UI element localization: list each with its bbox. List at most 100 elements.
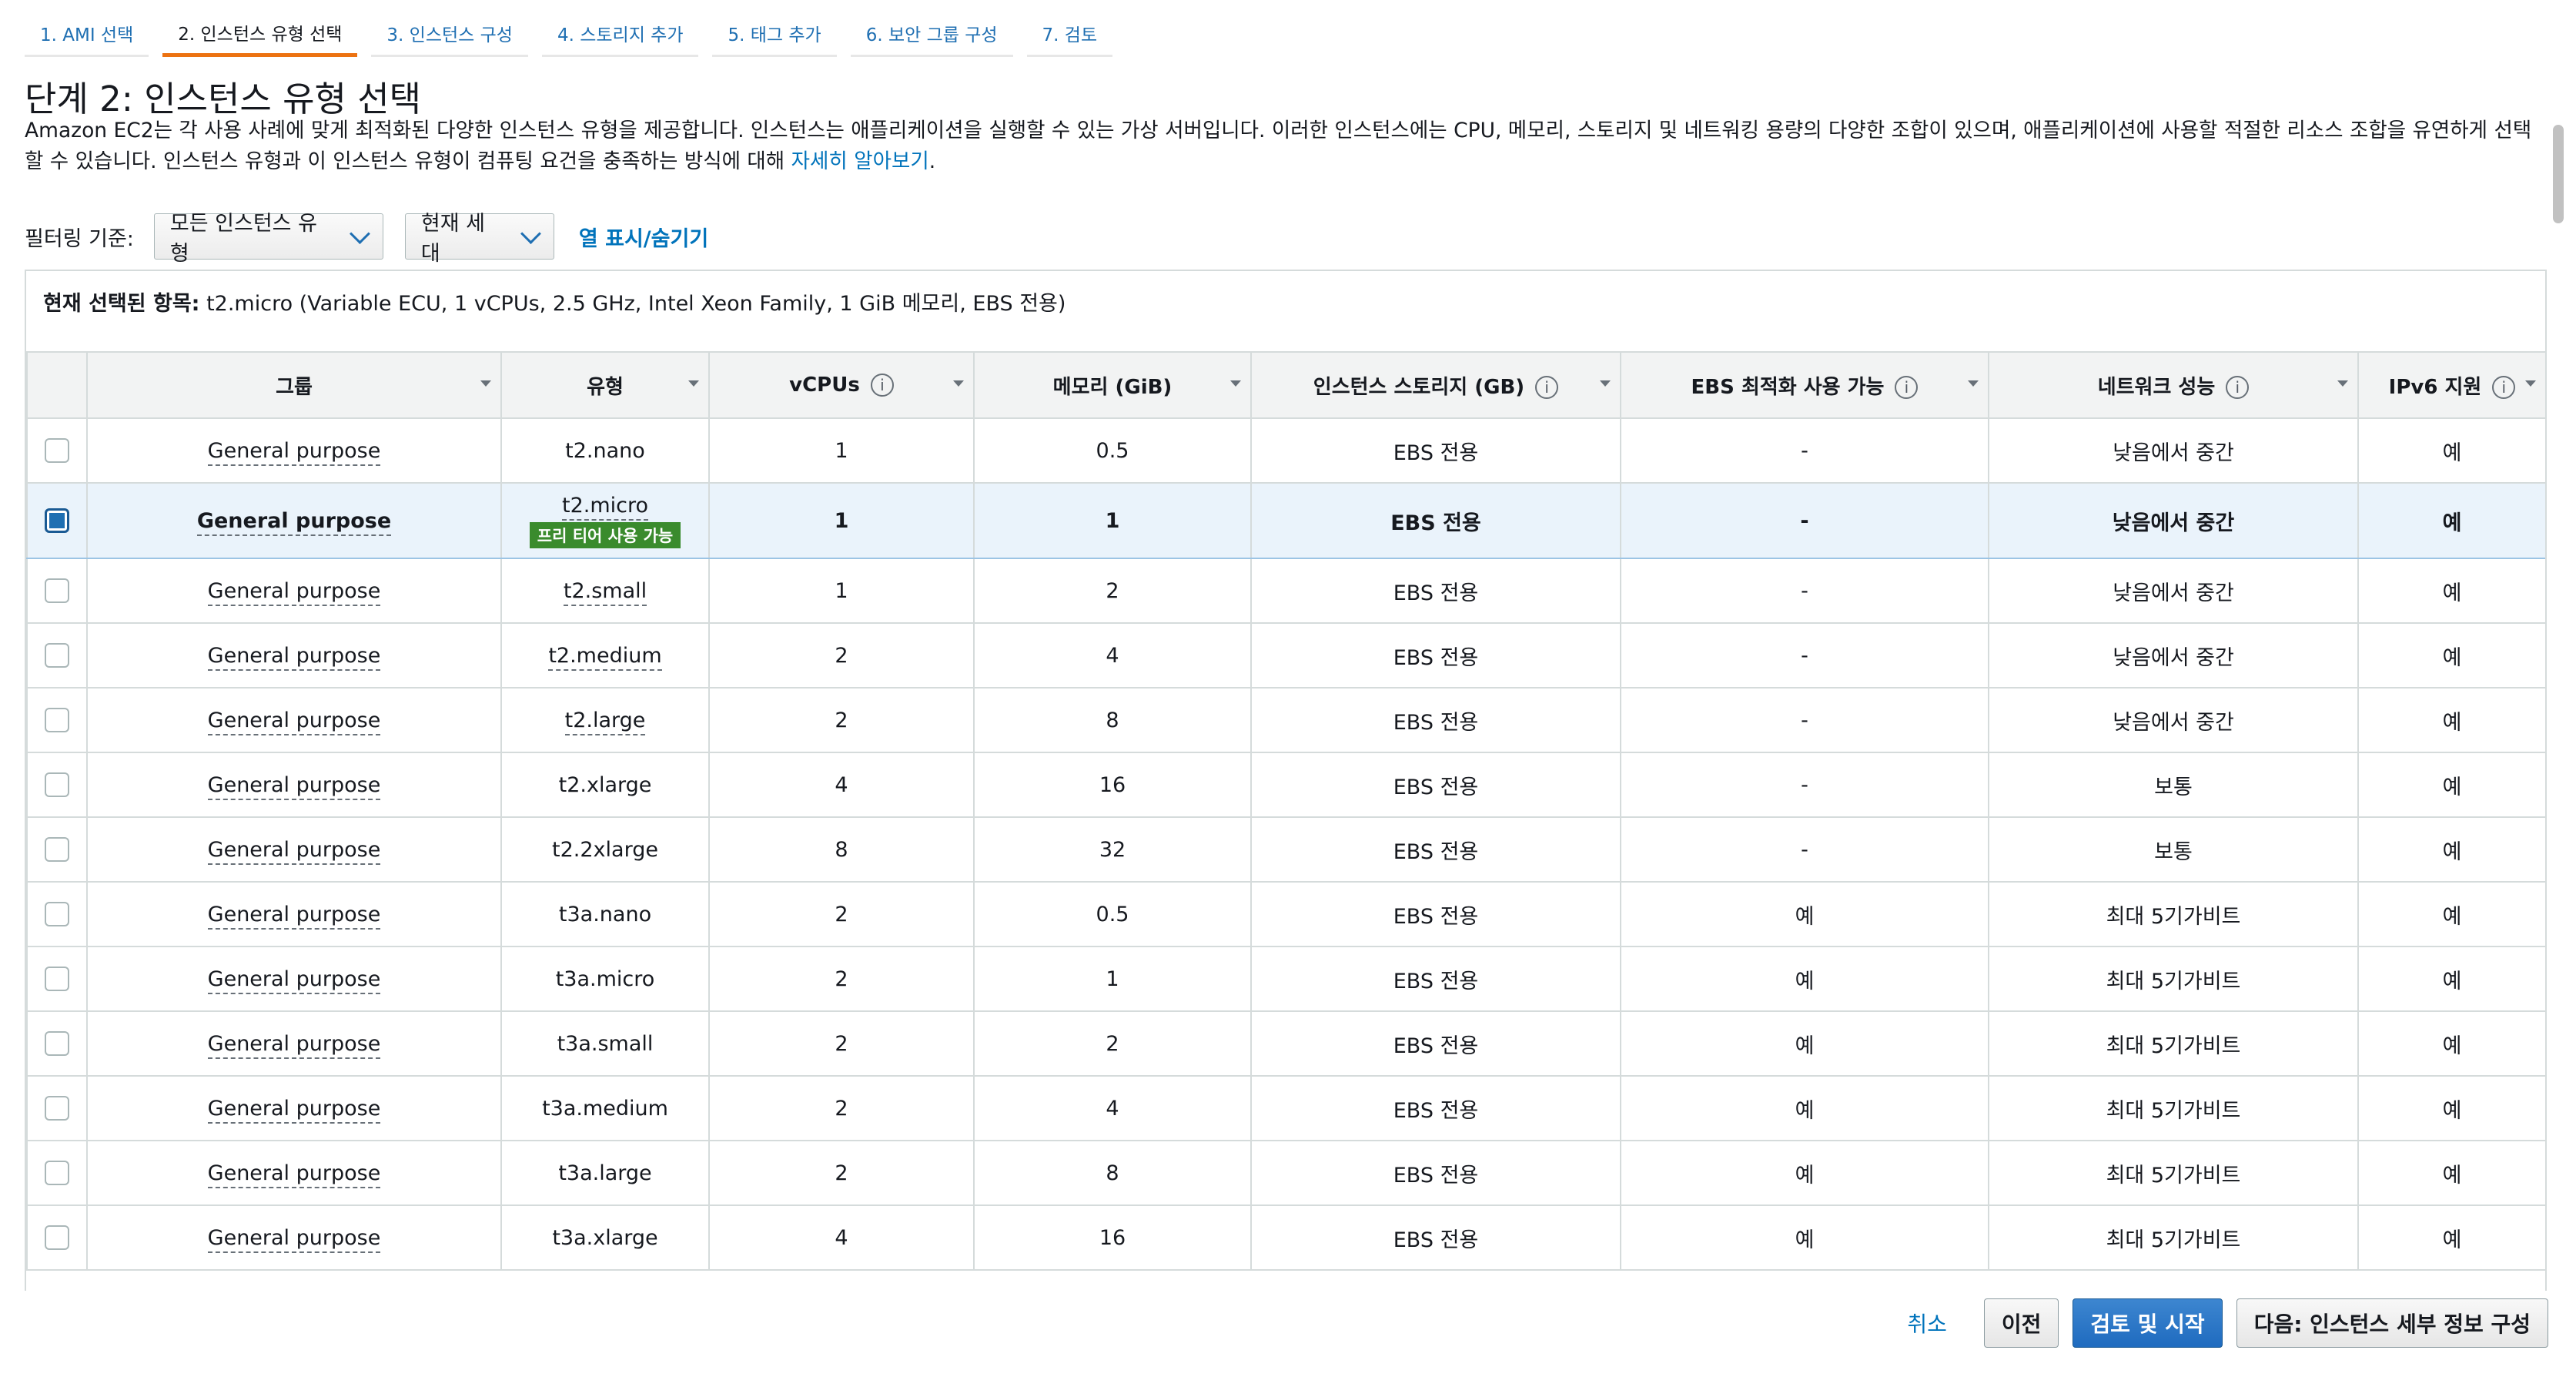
sort-icon[interactable] bbox=[1600, 380, 1611, 387]
tab-ami[interactable]: 1. AMI 선택 bbox=[25, 11, 149, 57]
column-header-type[interactable]: 유형 bbox=[500, 351, 710, 419]
cell-storage: EBS 전용 bbox=[1250, 1140, 1621, 1206]
cell-group[interactable]: General purpose bbox=[207, 1096, 381, 1124]
table-row[interactable]: General purpose t2.medium 2 4 EBS 전용 - 낮… bbox=[26, 622, 2545, 688]
column-header-instance-storage[interactable]: 인스턴스 스토리지 (GB) i bbox=[1250, 351, 1621, 419]
cell-group[interactable]: General purpose bbox=[196, 508, 392, 536]
row-checkbox[interactable] bbox=[45, 967, 69, 992]
table-row[interactable]: General purpose t3a.nano 2 0.5 EBS 전용 예 … bbox=[26, 881, 2545, 947]
tab-configure-instance[interactable]: 3. 인스턴스 구성 bbox=[371, 11, 528, 57]
tab-security-group[interactable]: 6. 보안 그룹 구성 bbox=[850, 11, 1013, 57]
cell-vcpus: 2 bbox=[708, 687, 975, 753]
column-header-group[interactable]: 그룹 bbox=[86, 351, 502, 419]
instance-type-table-container: 그룹 유형 vCPUs i 메모리 (GiB) 인스턴스 스토리지 (GB) i E… bbox=[25, 351, 2547, 1291]
row-checkbox[interactable] bbox=[45, 708, 69, 733]
info-icon[interactable]: i bbox=[1535, 376, 1559, 399]
cell-vcpus: 2 bbox=[708, 1010, 975, 1077]
table-row[interactable]: General purpose t3a.small 2 2 EBS 전용 예 최… bbox=[26, 1010, 2545, 1077]
table-row[interactable]: General purpose t2.xlarge 4 16 EBS 전용 - … bbox=[26, 752, 2545, 818]
table-row[interactable]: General purpose t2.small 1 2 EBS 전용 - 낮음… bbox=[26, 558, 2545, 624]
cell-group[interactable]: General purpose bbox=[207, 902, 381, 930]
instance-type-filter-select[interactable]: 모든 인스턴스 유형 bbox=[153, 212, 383, 266]
table-row[interactable]: General purpose t2.nano 1 0.5 EBS 전용 - 낮… bbox=[26, 417, 2545, 484]
column-header-memory[interactable]: 메모리 (GiB) bbox=[973, 351, 1252, 419]
generation-filter-select[interactable]: 현재 세대 bbox=[404, 212, 554, 266]
column-header-ebs-optimized[interactable]: EBS 최적화 사용 가능 i bbox=[1620, 351, 1989, 419]
sort-icon[interactable] bbox=[688, 380, 699, 387]
cell-group[interactable]: General purpose bbox=[207, 708, 381, 735]
scrollbar-thumb[interactable] bbox=[2553, 125, 2564, 223]
sort-icon[interactable] bbox=[2525, 380, 2536, 387]
cell-memory: 0.5 bbox=[973, 881, 1252, 947]
header-label: IPv6 지원 bbox=[2388, 375, 2482, 399]
row-checkbox[interactable] bbox=[45, 1161, 69, 1186]
cell-group[interactable]: General purpose bbox=[207, 578, 381, 606]
row-checkbox[interactable] bbox=[45, 902, 69, 927]
row-checkbox[interactable] bbox=[45, 643, 69, 668]
cell-group[interactable]: General purpose bbox=[207, 438, 381, 466]
row-checkbox[interactable] bbox=[45, 1225, 69, 1251]
table-row[interactable]: General purpose t3a.xlarge 4 16 EBS 전용 예… bbox=[26, 1204, 2545, 1271]
info-icon[interactable]: i bbox=[2226, 376, 2250, 399]
cell-network: 낮음에서 중간 bbox=[1988, 417, 2359, 484]
row-checkbox-checked[interactable] bbox=[45, 508, 69, 534]
sort-icon[interactable] bbox=[480, 380, 491, 387]
page-scrollbar[interactable] bbox=[2548, 119, 2568, 1297]
column-header-network[interactable]: 네트워크 성능 i bbox=[1988, 351, 2359, 419]
header-label: 인스턴스 스토리지 (GB) bbox=[1313, 375, 1525, 399]
cell-type[interactable]: t2.micro bbox=[561, 493, 649, 521]
cell-ipv6: 예 bbox=[2357, 1010, 2545, 1077]
current-selection-panel: 현재 선택된 항목: t2.micro (Variable ECU, 1 vCP… bbox=[25, 270, 2547, 353]
sort-icon[interactable] bbox=[2337, 380, 2348, 387]
cell-group[interactable]: General purpose bbox=[207, 772, 381, 800]
column-header-vcpus[interactable]: vCPUs i bbox=[708, 351, 975, 419]
cell-group[interactable]: General purpose bbox=[207, 643, 381, 671]
next-configure-instance-button[interactable]: 다음: 인스턴스 세부 정보 구성 bbox=[2236, 1298, 2548, 1348]
tab-instance-type[interactable]: 2. 인스턴스 유형 선택 bbox=[162, 11, 358, 57]
sort-icon[interactable] bbox=[1968, 380, 1979, 387]
info-icon[interactable]: i bbox=[2492, 376, 2516, 399]
header-label: 메모리 (GiB) bbox=[1052, 375, 1173, 399]
cell-ebs: 예 bbox=[1620, 1204, 1989, 1271]
info-icon[interactable]: i bbox=[870, 374, 894, 397]
review-and-launch-button[interactable]: 검토 및 시작 bbox=[2073, 1298, 2223, 1348]
row-checkbox[interactable] bbox=[45, 578, 69, 604]
cell-storage: EBS 전용 bbox=[1250, 816, 1621, 883]
table-row[interactable]: General purpose t2.2xlarge 8 32 EBS 전용 -… bbox=[26, 816, 2545, 883]
sort-icon[interactable] bbox=[953, 380, 964, 387]
tab-review[interactable]: 7. 검토 bbox=[1026, 11, 1113, 57]
cell-group[interactable]: General purpose bbox=[207, 967, 381, 994]
cell-group[interactable]: General purpose bbox=[207, 1031, 381, 1059]
cell-group[interactable]: General purpose bbox=[207, 837, 381, 865]
show-hide-columns-link[interactable]: 열 표시/숨기기 bbox=[579, 222, 708, 252]
previous-button[interactable]: 이전 bbox=[1983, 1298, 2059, 1348]
row-checkbox[interactable] bbox=[45, 1096, 69, 1121]
table-row[interactable]: General purpose t3a.medium 2 4 EBS 전용 예 … bbox=[26, 1075, 2545, 1141]
cell-type[interactable]: t2.large bbox=[564, 708, 646, 735]
cell-group[interactable]: General purpose bbox=[207, 1225, 381, 1253]
cell-vcpus: 2 bbox=[708, 622, 975, 688]
sort-icon[interactable] bbox=[1230, 380, 1241, 387]
select-column-header bbox=[26, 351, 88, 419]
row-checkbox[interactable] bbox=[45, 1031, 69, 1057]
tab-add-storage[interactable]: 4. 스토리지 추가 bbox=[541, 11, 699, 57]
cancel-button[interactable]: 취소 bbox=[1907, 1308, 1947, 1338]
column-header-ipv6[interactable]: IPv6 지원 i bbox=[2357, 351, 2545, 419]
row-checkbox[interactable] bbox=[45, 837, 69, 863]
cell-group[interactable]: General purpose bbox=[207, 1161, 381, 1188]
table-row-selected[interactable]: General purpose t2.micro 프리 티어 사용 가능 1 1… bbox=[26, 482, 2545, 559]
info-icon[interactable]: i bbox=[1895, 376, 1919, 399]
table-row[interactable]: General purpose t2.large 2 8 EBS 전용 - 낮음… bbox=[26, 687, 2545, 753]
cell-ebs: - bbox=[1620, 558, 1989, 624]
learn-more-link[interactable]: 자세히 알아보기 bbox=[791, 149, 929, 173]
tab-add-tags[interactable]: 5. 태그 추가 bbox=[712, 11, 837, 57]
cell-storage: EBS 전용 bbox=[1250, 622, 1621, 688]
row-checkbox[interactable] bbox=[45, 438, 69, 464]
cell-ipv6: 예 bbox=[2357, 417, 2545, 484]
table-row[interactable]: General purpose t3a.micro 2 1 EBS 전용 예 최… bbox=[26, 946, 2545, 1012]
row-checkbox[interactable] bbox=[45, 772, 69, 798]
cell-type[interactable]: t2.small bbox=[563, 578, 647, 606]
table-row[interactable]: General purpose t3a.large 2 8 EBS 전용 예 최… bbox=[26, 1140, 2545, 1206]
cell-type-cell: t2.micro 프리 티어 사용 가능 bbox=[500, 482, 710, 559]
cell-type[interactable]: t2.medium bbox=[548, 643, 662, 671]
